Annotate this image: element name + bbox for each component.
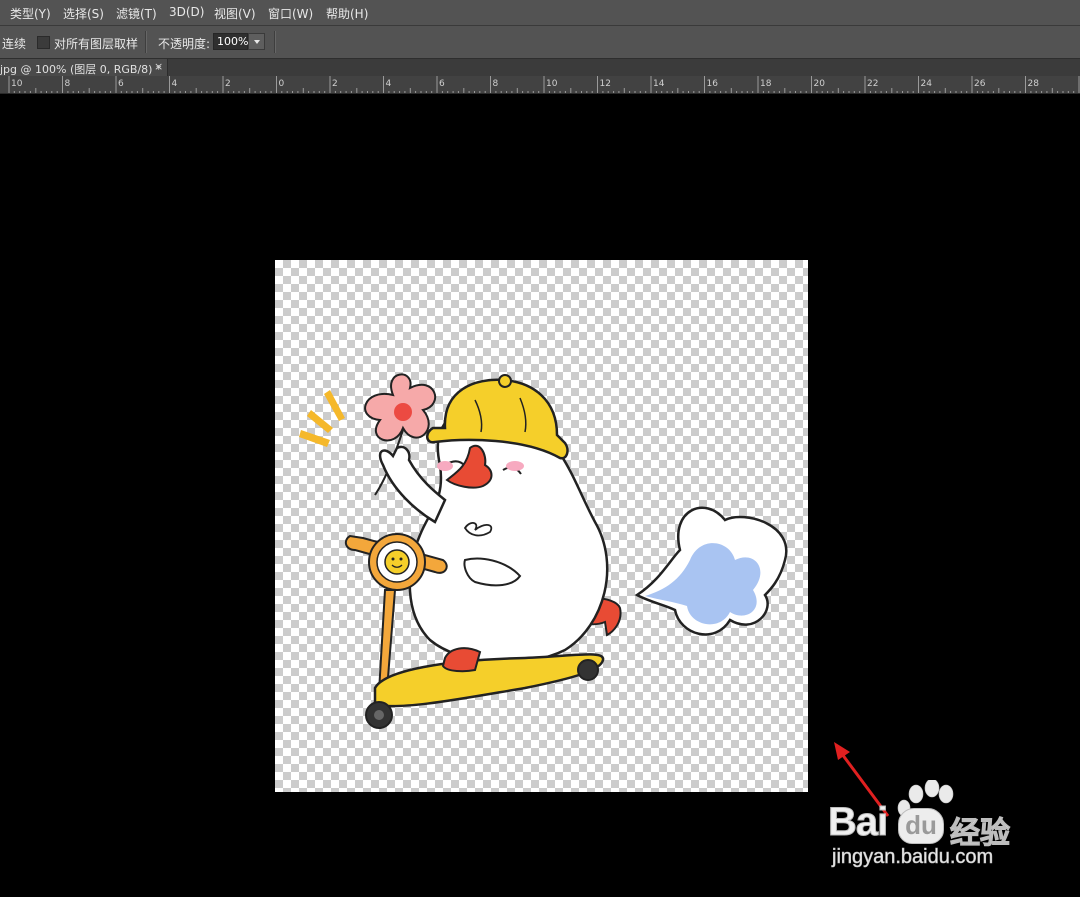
options-bar: 连续 对所有图层取样 不透明度: 100% xyxy=(0,26,1080,59)
menu-view[interactable]: 视图(V) xyxy=(214,5,256,22)
ruler-label: 24 xyxy=(921,79,933,89)
opacity-dropdown-button[interactable] xyxy=(248,33,265,50)
watermark-url: jingyan.baidu.com xyxy=(832,846,994,869)
opacity-label: 不透明度: xyxy=(158,37,211,51)
menu-type[interactable]: 类型(Y) xyxy=(10,5,51,22)
watermark-brand-du: du xyxy=(898,808,944,844)
ruler-label: 8 xyxy=(65,79,71,89)
document-tab-title: jpg @ 100% (图层 0, RGB/8) * xyxy=(0,63,162,76)
ruler-label: 12 xyxy=(600,79,611,89)
watermark-brand-bai: Bai xyxy=(827,800,888,845)
ruler-ticks: 10 8 6 4 2 0 2 4 6 8 10 12 14 16 18 20 22 24 26 28 xyxy=(8,76,1080,93)
ruler-label: 20 xyxy=(814,79,826,89)
dust-cloud-icon xyxy=(634,506,788,636)
continuous-label[interactable]: 连续 xyxy=(2,35,26,52)
options-separator xyxy=(145,31,147,53)
sample-all-layers-label[interactable]: 对所有图层取样 xyxy=(54,35,138,52)
menu-filter[interactable]: 滤镜(T) xyxy=(116,5,157,22)
document-canvas[interactable] xyxy=(275,260,808,792)
baidu-watermark: Bai du 经验 jingyan.baidu.com xyxy=(827,778,1028,875)
ruler-label: 28 xyxy=(1028,79,1040,89)
ruler-label: 16 xyxy=(707,79,719,89)
ruler-label: 18 xyxy=(760,79,772,89)
ruler-label: 26 xyxy=(974,79,986,89)
document-tab[interactable]: jpg @ 100% (图层 0, RGB/8) * × xyxy=(0,59,168,76)
menu-3d[interactable]: 3D(D) xyxy=(169,5,204,19)
menu-help[interactable]: 帮助(H) xyxy=(326,5,368,22)
snowman-scooter-illustration xyxy=(299,373,788,729)
ruler-label: 2 xyxy=(225,79,231,89)
ruler-label: 22 xyxy=(867,79,878,89)
opacity-input[interactable]: 100% xyxy=(213,33,248,50)
document-tab-bar: jpg @ 100% (图层 0, RGB/8) * × xyxy=(0,59,1080,76)
ruler-label: 8 xyxy=(493,79,499,89)
ruler-label: 14 xyxy=(653,79,665,89)
menu-bar: 类型(Y) 选择(S) 滤镜(T) 3D(D) 视图(V) 窗口(W) 帮助(H… xyxy=(0,0,1080,26)
ruler-label: 6 xyxy=(439,79,445,89)
menu-select[interactable]: 选择(S) xyxy=(63,5,104,22)
horizontal-ruler[interactable]: 10 8 6 4 2 0 2 4 6 8 10 12 14 16 18 20 22 24 26 28 xyxy=(0,76,1080,94)
ruler-label: 10 xyxy=(11,79,23,89)
ruler-label: 4 xyxy=(386,79,392,89)
ruler-label: 10 xyxy=(546,79,558,89)
sample-all-layers-checkbox[interactable] xyxy=(37,36,50,49)
ruler-label: 0 xyxy=(279,79,285,89)
menu-window[interactable]: 窗口(W) xyxy=(268,5,313,22)
motion-lines-icon xyxy=(299,390,345,447)
ruler-label: 2 xyxy=(332,79,338,89)
options-separator xyxy=(274,31,276,53)
ruler-label: 6 xyxy=(118,79,124,89)
ruler-label: 4 xyxy=(172,79,178,89)
close-icon[interactable]: × xyxy=(154,60,163,73)
